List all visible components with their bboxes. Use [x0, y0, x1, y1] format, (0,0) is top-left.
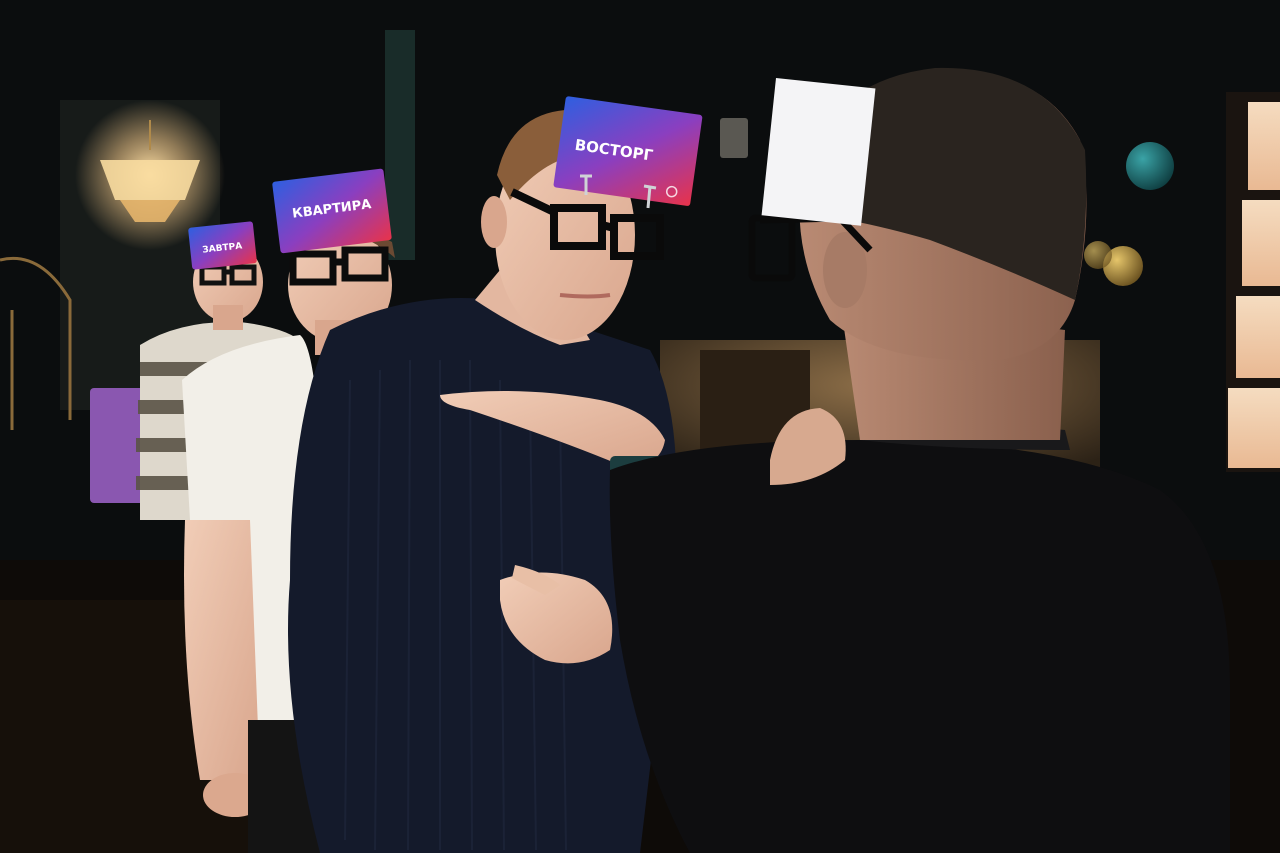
card-middle: КВАРТИРА — [272, 168, 392, 254]
card-back: ЗАВТРА — [188, 221, 257, 270]
photo-illustration: ЗАВТРА КВАРТИРА ВОСТОРГ — [0, 0, 1280, 853]
teal-balloon — [1126, 142, 1174, 190]
gold-balloon-small — [1084, 241, 1112, 269]
blank-card — [761, 78, 876, 226]
card-front: ВОСТОРГ — [553, 96, 703, 206]
photo-scene: ЗАВТРА КВАРТИРА ВОСТОРГ — [0, 0, 1280, 853]
light-panels — [1226, 92, 1280, 472]
